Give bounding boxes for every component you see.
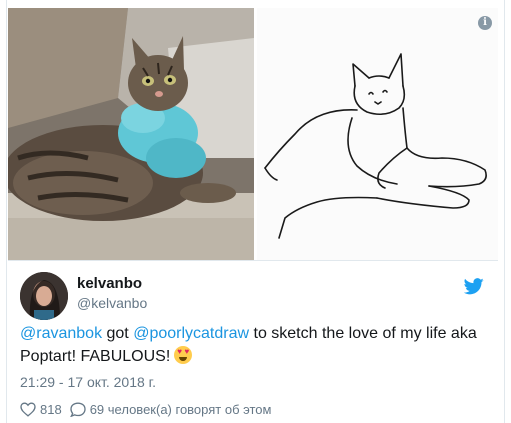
author-name[interactable]: kelvanbo [77,275,142,292]
info-icon[interactable]: i [478,16,492,30]
mention-link[interactable]: @ravanbok [20,325,102,342]
comment-button[interactable]: 69 человек(а) говорят об этом [69,401,272,417]
tweet-media[interactable]: i [8,8,498,260]
comment-icon [69,401,86,417]
heart-eyes-emoji-icon [174,346,193,364]
tweet-actions: 818 69 человек(а) говорят об этом [20,399,279,419]
like-button[interactable]: 818 [20,402,62,417]
twitter-bird-icon[interactable] [464,278,484,295]
comment-count: 69 человек(а) говорят об этом [89,401,272,417]
avatar[interactable] [20,272,68,320]
cat-photo[interactable] [8,8,254,260]
cat-sketch-image [264,53,487,239]
cat-sketch-drawing[interactable]: i [257,8,498,260]
tweet-timestamp[interactable]: 21:29 - 17 окт. 2018 г. [20,374,156,390]
tweet-text-segment: got [102,325,134,342]
like-count: 818 [40,401,62,417]
avatar-image [20,272,68,320]
media-divider [8,260,498,261]
author-handle[interactable]: @kelvanbo [77,295,147,311]
cat-photo-image [8,8,254,260]
mention-link[interactable]: @poorlycatdraw [133,325,249,342]
tweet-text: @ravanbok got @poorlycatdraw to sketch t… [20,322,480,368]
heart-icon [20,401,36,417]
